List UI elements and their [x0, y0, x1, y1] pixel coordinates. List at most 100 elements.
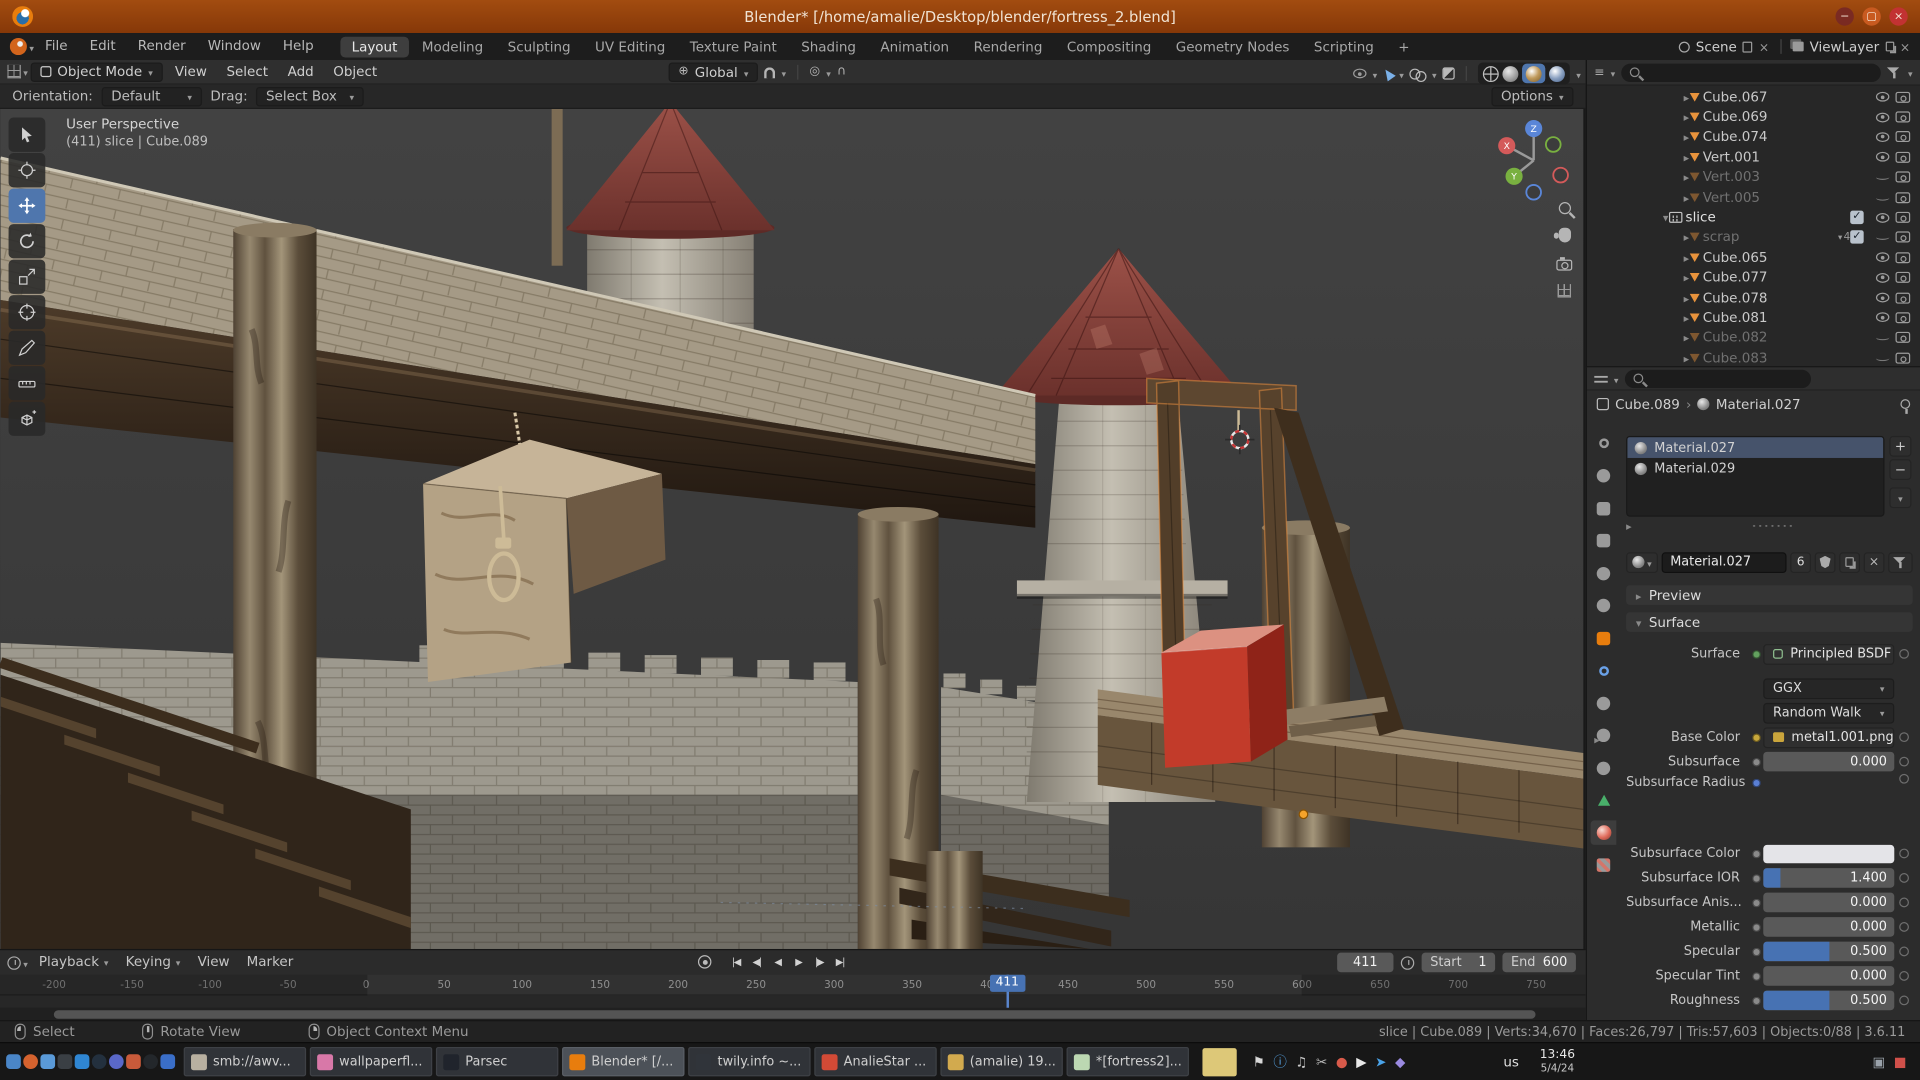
- decorator[interactable]: [1894, 649, 1912, 659]
- gizmo-y-negative[interactable]: [1546, 137, 1561, 152]
- shading-solid-button[interactable]: [1503, 66, 1519, 82]
- tray-network-icon[interactable]: ▣: [1872, 1055, 1885, 1068]
- workspace-tab-scripting[interactable]: Scripting: [1303, 36, 1385, 57]
- tray-music-icon[interactable]: ♫: [1295, 1055, 1307, 1068]
- sticky-note-button[interactable]: [1202, 1048, 1236, 1076]
- outliner-item-cube-065[interactable]: Cube.065: [1587, 247, 1920, 267]
- value-slider[interactable]: 0.500: [1763, 991, 1894, 1011]
- outliner-item-cube-067[interactable]: Cube.067: [1587, 87, 1920, 107]
- drag-setting-dropdown[interactable]: Select Box: [256, 86, 364, 106]
- tool-rotate-button[interactable]: [9, 224, 46, 258]
- xray-toggle-icon[interactable]: [1443, 67, 1455, 79]
- decorator[interactable]: [1894, 757, 1912, 767]
- workspace-tab-item[interactable]: +: [1387, 36, 1420, 57]
- shading-rendered-button[interactable]: [1549, 66, 1565, 82]
- gizmo-dropdown-icon[interactable]: [1399, 66, 1404, 82]
- tray-flag-icon[interactable]: ⚑: [1253, 1055, 1265, 1068]
- hide-in-viewport-toggle[interactable]: [1876, 174, 1889, 180]
- jump-to-next-keyframe-button[interactable]: |▶: [811, 953, 828, 971]
- hide-in-viewport-toggle[interactable]: [1876, 194, 1889, 200]
- tool-move-button[interactable]: [9, 189, 46, 223]
- menu-edit[interactable]: Edit: [79, 33, 127, 60]
- timeline-menu-playback[interactable]: Playback: [30, 950, 117, 976]
- launcher-virtualbox-icon[interactable]: [160, 1054, 175, 1069]
- remove-slot-button[interactable]: [1889, 459, 1911, 480]
- hide-in-viewport-toggle[interactable]: [1876, 92, 1889, 102]
- properties-tab-view-layer[interactable]: [1591, 528, 1617, 552]
- outliner-item-cube-077[interactable]: Cube.077: [1587, 268, 1920, 288]
- workspace-tab-geometry-nodes[interactable]: Geometry Nodes: [1165, 36, 1301, 57]
- properties-editor-icon[interactable]: [1594, 373, 1607, 384]
- clock[interactable]: 13:46 5/4/24: [1540, 1048, 1575, 1075]
- outliner-item-cube-074[interactable]: Cube.074: [1587, 127, 1920, 147]
- launcher-app-menu-icon[interactable]: [6, 1054, 21, 1069]
- timeline-menu-keying[interactable]: Keying: [117, 950, 189, 976]
- taskbar-window-wallpaperfl[interactable]: wallpaperfl...: [310, 1047, 432, 1076]
- value-slider[interactable]: 1.400: [1763, 868, 1894, 888]
- properties-tab-texture[interactable]: [1591, 853, 1617, 877]
- slot-specials-button[interactable]: [1889, 487, 1911, 508]
- workspace-tab-animation[interactable]: Animation: [869, 36, 960, 57]
- outliner-item-cube-078[interactable]: Cube.078: [1587, 288, 1920, 308]
- material-filter-button[interactable]: [1888, 552, 1912, 573]
- decorator[interactable]: [1894, 922, 1912, 932]
- scene-selector[interactable]: Scene: [1696, 39, 1737, 55]
- hide-in-viewport-toggle[interactable]: [1876, 152, 1889, 162]
- outliner-item-cube-083[interactable]: Cube.083: [1587, 348, 1920, 367]
- view-layer-selector[interactable]: ViewLayer: [1810, 39, 1880, 55]
- properties-tab-render[interactable]: [1591, 463, 1617, 487]
- jump-to-start-button[interactable]: |◀: [727, 953, 744, 971]
- gizmo-x-negative[interactable]: [1553, 168, 1568, 183]
- snap-magnet-toggle[interactable]: [764, 67, 775, 78]
- outliner-search[interactable]: [1621, 63, 1881, 81]
- disable-in-renders-toggle[interactable]: [1896, 272, 1911, 283]
- shader-selector[interactable]: Principled BSDF: [1763, 643, 1894, 664]
- preview-panel-header[interactable]: Preview: [1626, 585, 1913, 605]
- blender-menu-icon[interactable]: [10, 38, 27, 55]
- hide-in-viewport-toggle[interactable]: [1876, 212, 1889, 222]
- timeline-menu-marker[interactable]: Marker: [238, 950, 302, 976]
- jump-to-end-button[interactable]: ▶|: [831, 953, 848, 971]
- browse-material-button[interactable]: [1626, 552, 1658, 573]
- taskbar-window-smb-awv[interactable]: smb://awv...: [184, 1047, 306, 1076]
- properties-search[interactable]: [1625, 369, 1811, 387]
- collection-checkbox[interactable]: [1850, 211, 1863, 224]
- decorator[interactable]: [1894, 849, 1912, 859]
- hide-in-viewport-toggle[interactable]: [1876, 132, 1889, 142]
- launcher-discord-icon[interactable]: [109, 1054, 124, 1069]
- filter-icon[interactable]: [1887, 66, 1902, 79]
- menu-help[interactable]: Help: [272, 33, 325, 60]
- viewport-menu-view[interactable]: View: [165, 59, 217, 83]
- jump-to-prev-keyframe-button[interactable]: ◀|: [748, 953, 765, 971]
- timeline-editor-icon[interactable]: [7, 956, 20, 969]
- decorator[interactable]: [1894, 898, 1912, 908]
- overlays-icon[interactable]: [1410, 68, 1426, 79]
- breadcrumb-material[interactable]: Material.027: [1716, 396, 1801, 412]
- material-slot-material-027[interactable]: Material.027: [1627, 437, 1883, 458]
- unlink-material-button[interactable]: [1864, 552, 1885, 573]
- viewport-canvas[interactable]: Z X Y: [0, 109, 1584, 949]
- outliner-editor-icon[interactable]: ≡: [1594, 66, 1604, 79]
- launcher-web-browser-icon[interactable]: [23, 1054, 38, 1069]
- pin-id-button[interactable]: [1900, 399, 1910, 409]
- taskbar-window-parsec[interactable]: Parsec: [436, 1047, 558, 1076]
- properties-tab-output[interactable]: [1591, 496, 1617, 520]
- breadcrumb-object[interactable]: Cube.089: [1615, 396, 1680, 412]
- maximize-button[interactable]: ▢: [1862, 7, 1880, 25]
- camera-view-icon[interactable]: [1556, 260, 1572, 271]
- falloff-curve-icon[interactable]: ∩: [837, 66, 846, 78]
- visibility-dropdown-icon[interactable]: [1373, 66, 1378, 82]
- taskbar-window-blender[interactable]: Blender* [/...: [562, 1047, 684, 1076]
- taskbar-window-fortress2[interactable]: *[fortress2]...: [1067, 1047, 1189, 1076]
- launcher-terminal-icon[interactable]: [58, 1054, 73, 1069]
- shading-dropdown-icon[interactable]: [1576, 66, 1581, 82]
- 3d-viewport[interactable]: Z X Y User Perspective (411) slice | Cub…: [0, 109, 1584, 949]
- properties-tab-world[interactable]: [1591, 593, 1617, 617]
- value-slider[interactable]: 0.000: [1763, 917, 1894, 937]
- value-slider[interactable]: 0.000: [1763, 893, 1894, 913]
- hide-in-viewport-toggle[interactable]: [1876, 355, 1889, 361]
- new-scene-icon[interactable]: [1743, 41, 1753, 52]
- launcher-code-editor-icon[interactable]: [75, 1054, 90, 1069]
- surface-panel-header[interactable]: Surface: [1626, 612, 1913, 632]
- select-tool-icon[interactable]: [1381, 66, 1395, 81]
